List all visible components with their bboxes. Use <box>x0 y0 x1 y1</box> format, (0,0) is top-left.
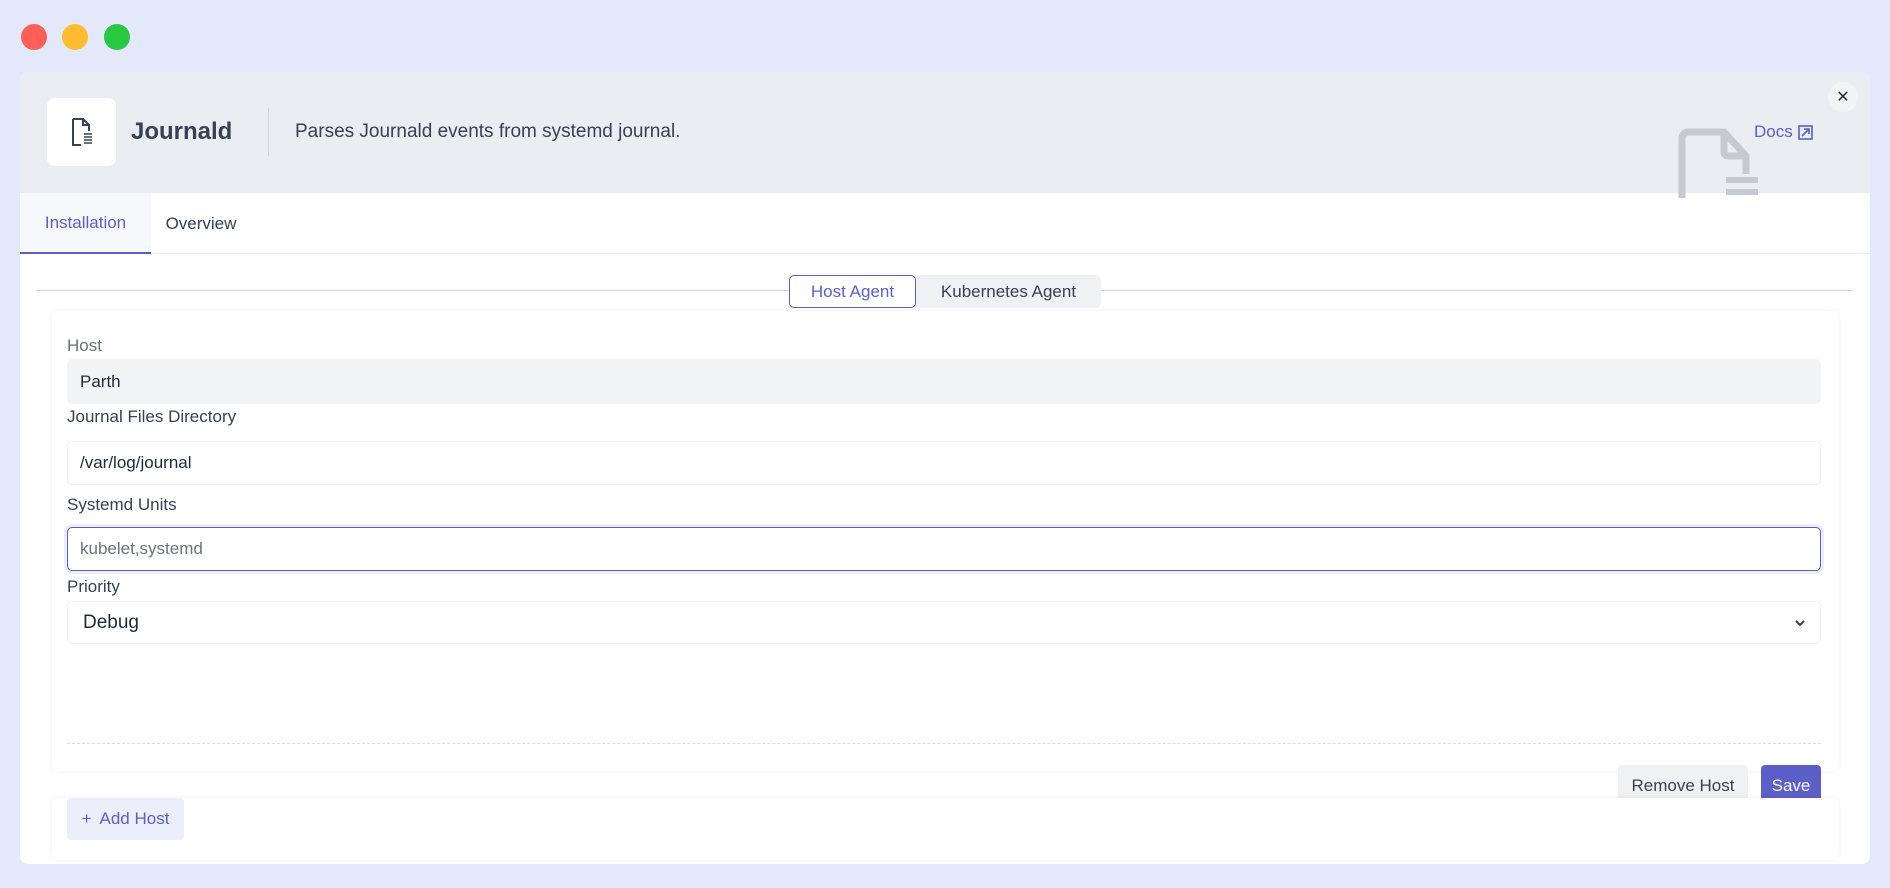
tab-bar: Installation Overview <box>20 193 1870 254</box>
tab-installation[interactable]: Installation <box>20 193 151 254</box>
agent-toggle: Host Agent Kubernetes Agent <box>789 275 1101 308</box>
host-agent-option[interactable]: Host Agent <box>789 275 916 308</box>
kubernetes-agent-option[interactable]: Kubernetes Agent <box>916 275 1101 308</box>
priority-select[interactable]: Debug <box>67 601 1821 644</box>
divider <box>268 108 269 156</box>
plus-icon: + <box>81 809 92 828</box>
integration-panel: Journald Parses Journald events from sys… <box>20 72 1870 864</box>
docs-label: Docs <box>1754 122 1793 141</box>
host-label: Host <box>67 336 102 355</box>
window-zoom-button[interactable] <box>104 24 130 50</box>
divider <box>67 743 1821 744</box>
integration-logo <box>47 98 116 166</box>
tab-overview[interactable]: Overview <box>151 193 251 254</box>
window-close-button[interactable] <box>21 24 47 50</box>
systemd-units-input[interactable]: kubelet,systemd <box>67 527 1821 571</box>
journal-dir-label: Journal Files Directory <box>67 407 237 426</box>
add-host-button[interactable]: + Add Host <box>67 798 184 840</box>
chevron-down-icon <box>1795 619 1805 626</box>
external-link-icon <box>1797 124 1813 140</box>
journal-dir-input[interactable]: /var/log/journal <box>67 441 1821 485</box>
priority-label: Priority <box>67 577 120 596</box>
header: Journald Parses Journald events from sys… <box>20 72 1870 198</box>
close-button[interactable]: ✕ <box>1828 82 1858 112</box>
systemd-units-label: Systemd Units <box>67 495 177 514</box>
file-text-icon <box>71 118 92 146</box>
host-form: Host Parth Journal Files Directory /var/… <box>52 311 1838 807</box>
docs-link[interactable]: Docs <box>1754 122 1813 142</box>
add-host-label: Add Host <box>99 809 170 828</box>
page-description: Parses Journald events from systemd jour… <box>295 121 681 142</box>
host-field[interactable]: Parth <box>67 359 1821 404</box>
close-icon: ✕ <box>1836 89 1850 106</box>
priority-value: Debug <box>83 611 139 633</box>
window-minimize-button[interactable] <box>62 24 88 50</box>
add-host-section: + Add Host <box>52 798 1838 860</box>
page-title: Journald <box>131 118 233 145</box>
